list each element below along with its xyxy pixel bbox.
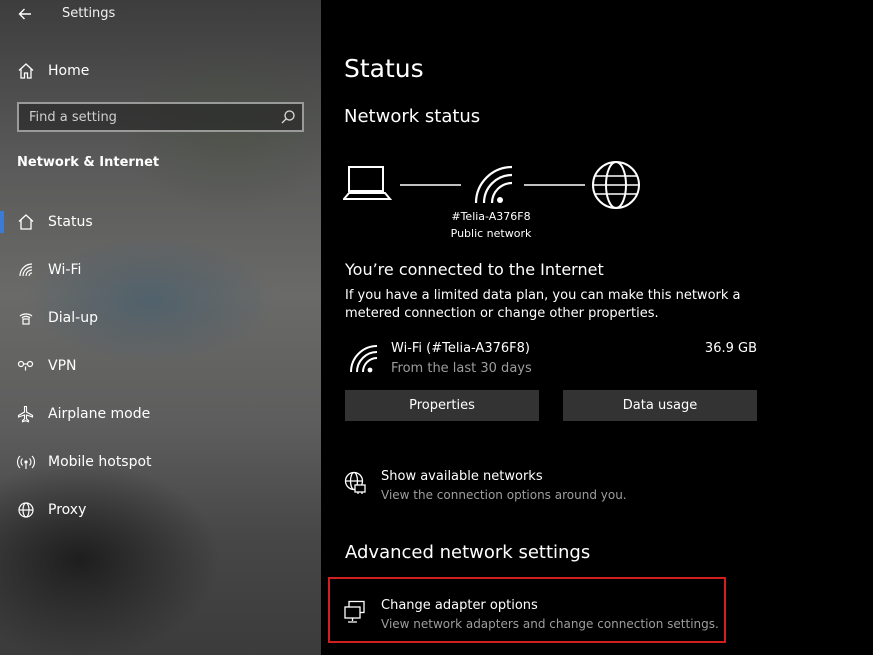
search-input[interactable] (29, 104, 269, 130)
properties-button[interactable]: Properties (345, 390, 539, 421)
home-label: Home (48, 63, 90, 79)
sidebar-item-airplane-mode[interactable]: Airplane mode (0, 390, 321, 438)
network-diagram (343, 161, 640, 209)
search-icon[interactable] (280, 109, 296, 125)
app-title: Settings (62, 6, 116, 21)
adapter-options-subtitle: View network adapters and change connect… (381, 617, 719, 631)
home-nav-item[interactable]: Home (0, 56, 321, 86)
airplane-icon (16, 404, 36, 424)
hotspot-icon (16, 452, 36, 472)
sidebar-item-label: Proxy (48, 502, 87, 518)
sidebar-item-label: Airplane mode (48, 406, 151, 422)
title-bar: Settings (0, 0, 321, 30)
network-adapter-icon (344, 600, 365, 623)
laptop-icon (343, 166, 393, 200)
connection-summary: Wi-Fi (#Telia-A376F8) From the last 30 d… (345, 338, 757, 382)
sidebar-item-label: VPN (48, 358, 77, 374)
sidebar-item-proxy[interactable]: Proxy (0, 486, 321, 534)
show-available-networks-link[interactable]: Show available networks View the connect… (343, 469, 743, 513)
home-status-icon (16, 212, 36, 232)
data-usage-button[interactable]: Data usage (563, 390, 757, 421)
back-button[interactable] (10, 2, 40, 26)
vpn-icon (16, 356, 36, 376)
sidebar-item-label: Dial-up (48, 310, 98, 326)
back-arrow-icon (18, 8, 31, 20)
adapter-options-title: Change adapter options (381, 598, 538, 613)
section-heading: Network & Internet (17, 155, 160, 170)
data-usage-value: 36.9 GB (704, 341, 757, 356)
globe-icon (592, 161, 640, 209)
nav-list: Status Wi-Fi Dial-up VPN Airplane mode M… (0, 198, 321, 534)
network-name: #Telia-A376F8 (451, 210, 531, 223)
wifi-connection-icon (350, 345, 378, 373)
dialup-icon (16, 308, 36, 328)
home-icon (16, 61, 36, 81)
wifi-icon (474, 165, 513, 204)
main-content: Status Network status #Telia-A376F8 Publ… (321, 0, 873, 655)
change-adapter-options-link[interactable]: Change adapter options View network adap… (343, 598, 743, 642)
sidebar-item-label: Wi-Fi (48, 262, 82, 278)
network-type: Public network (450, 227, 532, 240)
show-networks-title: Show available networks (381, 469, 543, 484)
network-globe-icon (344, 471, 366, 494)
sidebar-item-dialup[interactable]: Dial-up (0, 294, 321, 342)
sidebar-item-vpn[interactable]: VPN (0, 342, 321, 390)
connected-description: If you have a limited data plan, you can… (345, 288, 741, 321)
sidebar-item-mobile-hotspot[interactable]: Mobile hotspot (0, 438, 321, 486)
sidebar-item-label: Mobile hotspot (48, 454, 152, 470)
show-networks-subtitle: View the connection options around you. (381, 488, 627, 502)
connected-heading: You’re connected to the Internet (345, 260, 604, 279)
wifi-icon (16, 260, 36, 280)
connection-period: From the last 30 days (391, 361, 532, 376)
connection-name: Wi-Fi (#Telia-A376F8) (391, 341, 530, 356)
sidebar-item-label: Status (48, 214, 93, 230)
sidebar: Settings Home Network & Internet Status (0, 0, 321, 655)
globe-icon (16, 500, 36, 520)
page-title: Status (344, 54, 424, 83)
network-status-heading: Network status (344, 106, 481, 127)
sidebar-item-status[interactable]: Status (0, 198, 321, 246)
advanced-settings-heading: Advanced network settings (345, 542, 591, 563)
sidebar-item-wifi[interactable]: Wi-Fi (0, 246, 321, 294)
search-box[interactable] (17, 102, 304, 132)
